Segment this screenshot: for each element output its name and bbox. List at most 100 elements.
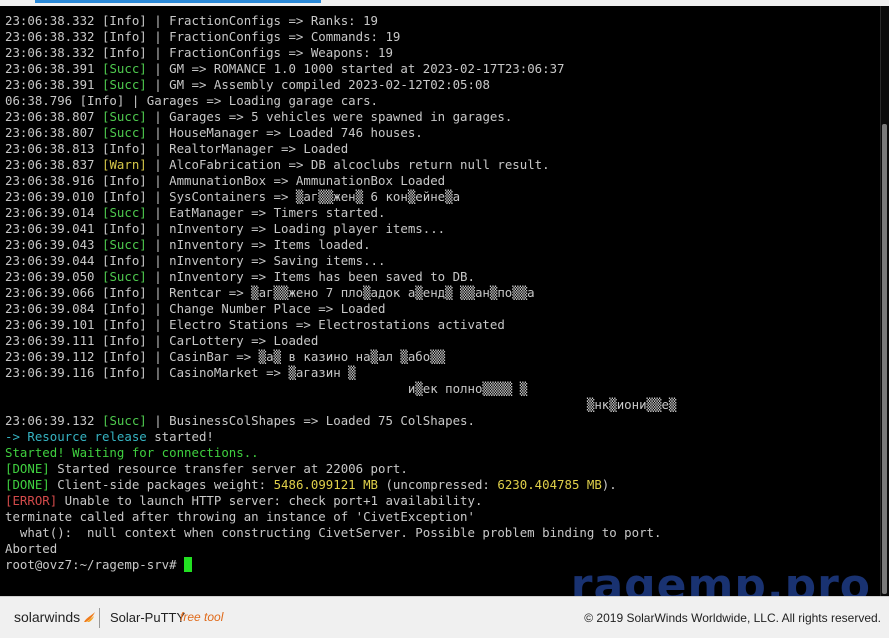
status-footer: solarwinds Solar-PuTTY free tool © 2019 … bbox=[0, 596, 889, 638]
terminal-text: 23:06:39.112 [Info] | CasinBar => ▒а▒ в … bbox=[5, 349, 446, 364]
terminal-text: release bbox=[94, 429, 147, 444]
terminal-scrollbar[interactable] bbox=[880, 6, 889, 596]
terminal-line: 23:06:39.084 [Info] | Change Number Plac… bbox=[5, 301, 676, 317]
brand-name: solarwinds bbox=[14, 609, 81, 625]
product-tag[interactable]: free tool bbox=[180, 610, 223, 624]
terminal-line: 23:06:38.837 [Warn] | AlcoFabrication =>… bbox=[5, 157, 676, 173]
terminal-text: | GM => ROMANCE 1.0 1000 started at 2023… bbox=[146, 61, 565, 76]
terminal-text: | GM => Assembly compiled 2023-02-12T02:… bbox=[146, 77, 490, 92]
terminal-text: 23:06:39.111 [Info] | CarLottery => Load… bbox=[5, 333, 319, 348]
solarwinds-logo[interactable]: solarwinds bbox=[14, 609, 96, 625]
terminal-text: 23:06:39.041 [Info] | nInventory => Load… bbox=[5, 221, 446, 236]
terminal-line: [DONE] Client-side packages weight: 5486… bbox=[5, 477, 676, 493]
terminal-text: | nInventory => Items loaded. bbox=[146, 237, 371, 252]
terminal-text: [Succ] bbox=[101, 269, 147, 284]
terminal-line: 23:06:39.101 [Info] | Electro Stations =… bbox=[5, 317, 676, 333]
terminal-text: 06:38.796 [Info] | Garages => Loading ga… bbox=[5, 93, 378, 108]
terminal-text: 23:06:38.916 [Info] | AmmunationBox => A… bbox=[5, 173, 446, 188]
terminal-line: 23:06:39.044 [Info] | nInventory => Savi… bbox=[5, 253, 676, 269]
active-tab-indicator[interactable] bbox=[35, 0, 321, 3]
terminal-line: 23:06:39.111 [Info] | CarLottery => Load… bbox=[5, 333, 676, 349]
terminal-line: Started! Waiting for connections.. bbox=[5, 445, 676, 461]
terminal-text: | BusinessColShapes => Loaded 75 ColShap… bbox=[146, 413, 475, 428]
terminal-text: 5486.099121 MB bbox=[273, 477, 378, 492]
terminal-line: 23:06:39.014 [Succ] | EatManager => Time… bbox=[5, 205, 676, 221]
terminal-lines: 23:06:38.332 [Info] | FractionConfigs =>… bbox=[5, 13, 676, 573]
terminal-text: 23:06:38.807 bbox=[5, 109, 102, 124]
terminal-text: Started! Waiting for connections.. bbox=[5, 445, 259, 460]
terminal-text: started! bbox=[146, 429, 214, 444]
terminal-text: Client-side packages weight: bbox=[49, 477, 274, 492]
terminal-text: ▒нк▒иони▒▒е▒ bbox=[5, 397, 677, 412]
terminal-text: [Warn] bbox=[101, 157, 147, 172]
terminal-text: ). bbox=[601, 477, 617, 492]
terminal-text: Started resource transfer server at 2200… bbox=[49, 461, 408, 476]
terminal-text: [Succ] bbox=[101, 413, 147, 428]
terminal-text: | AlcoFabrication => DB alcoclubs return… bbox=[146, 157, 550, 172]
terminal-text: 23:06:39.014 bbox=[5, 205, 102, 220]
terminal-line: 23:06:39.010 [Info] | SysContainers => ▒… bbox=[5, 189, 676, 205]
terminal-line: 23:06:38.807 [Succ] | HouseManager => Lo… bbox=[5, 125, 676, 141]
terminal-text: [DONE] bbox=[5, 477, 50, 492]
terminal-line: 23:06:39.066 [Info] | Rentcar => ▒аг▒▒же… bbox=[5, 285, 676, 301]
terminal-text: 23:06:38.837 bbox=[5, 157, 102, 172]
scrollbar-thumb[interactable] bbox=[882, 124, 887, 594]
terminal-cursor bbox=[184, 557, 193, 572]
terminal-text: 6230.404785 MB bbox=[497, 477, 602, 492]
terminal-text: 23:06:38.813 [Info] | RealtorManager => … bbox=[5, 141, 349, 156]
terminal-line: 23:06:38.332 [Info] | FractionConfigs =>… bbox=[5, 13, 676, 29]
terminal-line: ▒нк▒иони▒▒е▒ bbox=[5, 397, 677, 413]
terminal-text: [DONE] bbox=[5, 461, 50, 476]
terminal-text: 23:06:39.101 [Info] | Electro Stations =… bbox=[5, 317, 505, 332]
terminal-output[interactable]: 23:06:38.332 [Info] | FractionConfigs =>… bbox=[0, 6, 880, 596]
terminal-text: 23:06:39.044 [Info] | nInventory => Savi… bbox=[5, 253, 386, 268]
terminal-line: и▒ек полно▒▒▒▒ ▒ bbox=[5, 381, 676, 397]
terminal-text: | Garages => 5 vehicles were spawned in … bbox=[146, 109, 513, 124]
terminal-text: Aborted bbox=[5, 541, 58, 556]
terminal-text: [ERROR] bbox=[5, 493, 58, 508]
terminal-line: what(): null context when constructing C… bbox=[5, 525, 676, 541]
terminal-text: 23:06:39.132 bbox=[5, 413, 102, 428]
terminal-text: 23:06:38.391 bbox=[5, 61, 102, 76]
terminal-text: | nInventory => Items has been saved to … bbox=[146, 269, 475, 284]
product-name: Solar-PuTTY bbox=[110, 610, 186, 625]
terminal-line: 23:06:38.332 [Info] | FractionConfigs =>… bbox=[5, 29, 676, 45]
terminal-text: 23:06:38.332 [Info] | FractionConfigs =>… bbox=[5, 45, 393, 60]
terminal-text: [Succ] bbox=[101, 237, 147, 252]
terminal-text: [Succ] bbox=[101, 109, 147, 124]
terminal-line: [DONE] Started resource transfer server … bbox=[5, 461, 676, 477]
terminal-text: 23:06:39.010 [Info] | SysContainers => ▒… bbox=[5, 189, 461, 204]
terminal-text: root@ovz7:~/ragemp-srv# bbox=[5, 557, 185, 572]
terminal-line: 23:06:38.391 [Succ] | GM => ROMANCE 1.0 … bbox=[5, 61, 676, 77]
terminal-text: 23:06:38.807 bbox=[5, 125, 102, 140]
terminal-text: [Succ] bbox=[101, 77, 147, 92]
terminal-line: 23:06:39.050 [Succ] | nInventory => Item… bbox=[5, 269, 676, 285]
terminal-text: 23:06:38.332 [Info] | FractionConfigs =>… bbox=[5, 13, 378, 28]
terminal-text: (uncompressed: bbox=[378, 477, 498, 492]
terminal-line: Aborted bbox=[5, 541, 676, 557]
terminal-line: 06:38.796 [Info] | Garages => Loading ga… bbox=[5, 93, 676, 109]
terminal-text: 23:06:39.116 [Info] | CasinoMarket => ▒а… bbox=[5, 365, 356, 380]
copyright-text: © 2019 SolarWinds Worldwide, LLC. All ri… bbox=[584, 611, 881, 625]
terminal-text: terminate called after throwing an insta… bbox=[5, 509, 475, 524]
solarwinds-flame-icon bbox=[84, 612, 96, 622]
terminal-line: 23:06:39.041 [Info] | nInventory => Load… bbox=[5, 221, 676, 237]
terminal-text: [Succ] bbox=[101, 125, 147, 140]
terminal-text: [Succ] bbox=[101, 205, 147, 220]
terminal-text: -> Resource bbox=[5, 429, 95, 444]
terminal-text: 23:06:39.043 bbox=[5, 237, 102, 252]
footer-separator bbox=[99, 608, 100, 628]
terminal-line: 23:06:39.112 [Info] | CasinBar => ▒а▒ в … bbox=[5, 349, 676, 365]
terminal-line: 23:06:39.043 [Succ] | nInventory => Item… bbox=[5, 237, 676, 253]
terminal-text: 23:06:39.050 bbox=[5, 269, 102, 284]
terminal-text: what(): null context when constructing C… bbox=[5, 525, 662, 540]
terminal-text: | EatManager => Timers started. bbox=[146, 205, 386, 220]
terminal-line: -> Resource release started! bbox=[5, 429, 676, 445]
terminal-line: 23:06:38.391 [Succ] | GM => Assembly com… bbox=[5, 77, 676, 93]
terminal-line: [ERROR] Unable to launch HTTP server: ch… bbox=[5, 493, 676, 509]
terminal-text: [Succ] bbox=[101, 61, 147, 76]
terminal-line: 23:06:38.813 [Info] | RealtorManager => … bbox=[5, 141, 676, 157]
terminal-line: 23:06:38.916 [Info] | AmmunationBox => A… bbox=[5, 173, 676, 189]
terminal-text: и▒ек полно▒▒▒▒ ▒ bbox=[5, 381, 528, 396]
terminal-line: terminate called after throwing an insta… bbox=[5, 509, 676, 525]
